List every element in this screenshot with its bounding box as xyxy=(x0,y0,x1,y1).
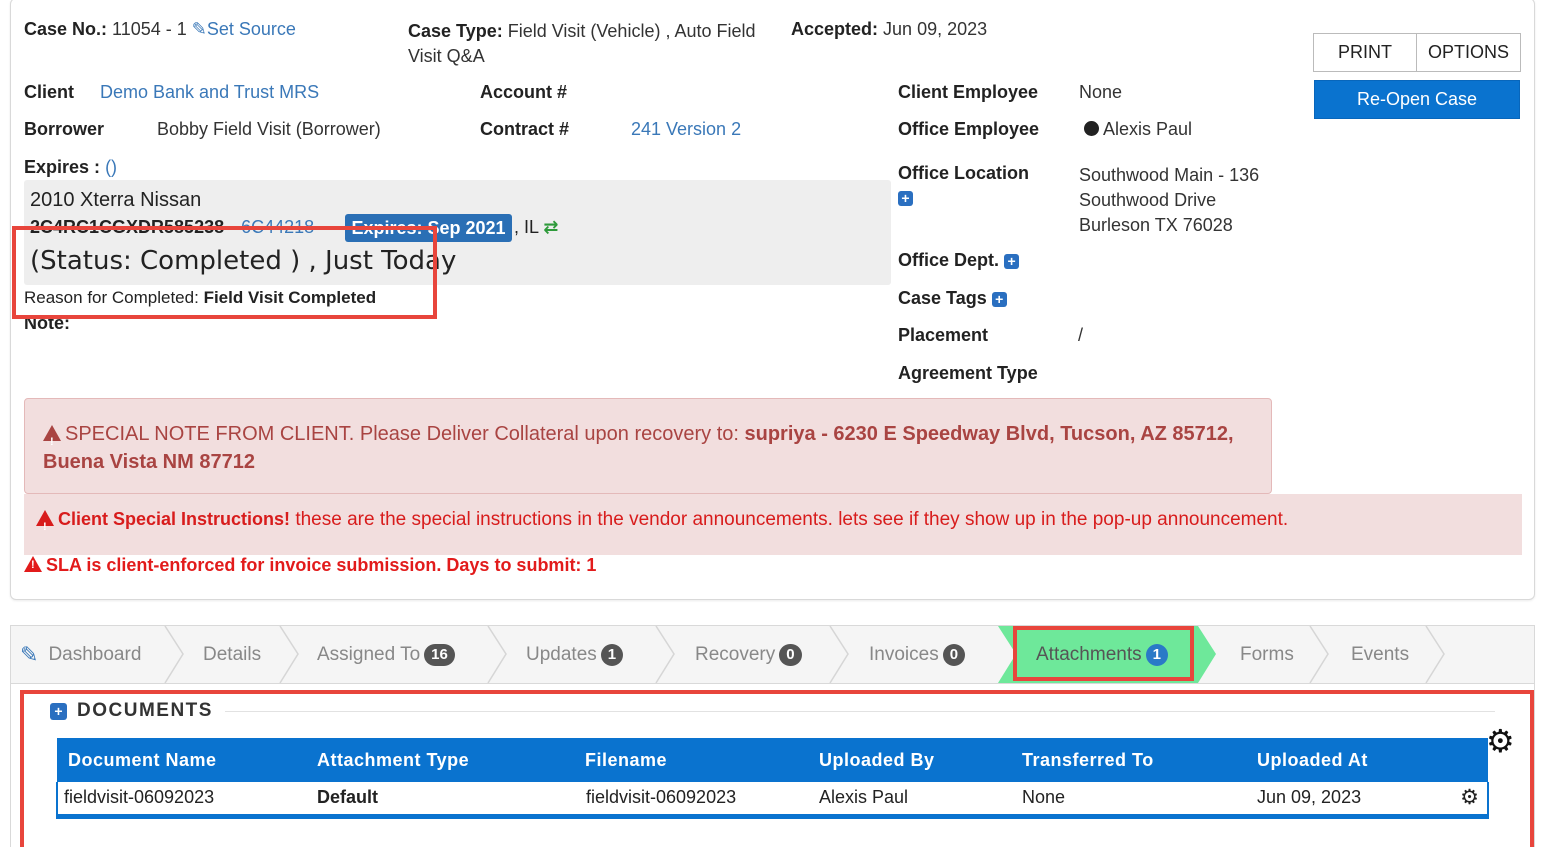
warning-icon xyxy=(24,556,42,572)
placement-label: Placement xyxy=(898,325,989,345)
office-location-label: Office Location xyxy=(898,163,1030,183)
status-highlight-box xyxy=(12,226,437,319)
sla-alert: SLA is client-enforced for invoice submi… xyxy=(24,555,596,576)
transfer-arrows-icon[interactable]: ⇄ xyxy=(543,217,558,237)
office-employee-value: Alexis Paul xyxy=(1084,119,1192,140)
set-source-link[interactable]: ✎Set Source xyxy=(192,19,296,39)
updates-count-badge: 1 xyxy=(600,644,624,666)
pencil-icon: ✎ xyxy=(20,642,39,667)
accepted-date: Accepted: Jun 09, 2023 xyxy=(791,19,988,39)
borrower-label: Borrower xyxy=(24,119,105,139)
tab-forms[interactable]: Forms xyxy=(1240,626,1294,684)
vehicle-state: , IL ⇄ xyxy=(514,217,559,237)
case-number-label: Case No.: xyxy=(24,19,108,39)
borrower-value: Bobby Field Visit (Borrower) xyxy=(157,119,381,139)
recovery-count-badge: 0 xyxy=(779,644,802,666)
client-link[interactable]: Demo Bank and Trust MRS xyxy=(100,82,319,103)
pencil-icon: ✎ xyxy=(191,19,207,39)
add-case-tag-icon[interactable]: + xyxy=(991,291,1007,307)
tab-dashboard[interactable]: ✎ Dashboard xyxy=(20,626,141,684)
case-type: Case Type: Field Visit (Vehicle) , Auto … xyxy=(408,21,756,66)
case-number: Case No.: 11054 - 1 ✎Set Source xyxy=(24,19,296,40)
tab-invoices[interactable]: Invoices 0 xyxy=(869,626,966,684)
contract-link[interactable]: 241 Version 2 xyxy=(631,119,741,140)
special-note-alert: SPECIAL NOTE FROM CLIENT. Please Deliver… xyxy=(24,398,1272,494)
contract-label: Contract # xyxy=(480,119,570,139)
office-location-value: Southwood Main - 136 Southwood Drive Bur… xyxy=(1079,165,1260,235)
case-tags: Case Tags + xyxy=(898,288,1007,309)
tab-recovery[interactable]: Recovery 0 xyxy=(695,626,802,684)
tab-assigned-to[interactable]: Assigned To 16 xyxy=(317,626,455,684)
client-employee-label: Client Employee xyxy=(898,82,1039,102)
add-office-location-icon[interactable]: + xyxy=(898,191,913,206)
client-label: Client xyxy=(24,82,75,102)
placement-value: / xyxy=(1078,325,1084,345)
case-number-value: 11054 - 1 xyxy=(112,19,187,39)
office-dept: Office Dept. + xyxy=(898,250,1020,271)
tab-details[interactable]: Details xyxy=(203,626,261,684)
client-employee-value: None xyxy=(1079,82,1123,102)
tab-events[interactable]: Events xyxy=(1351,626,1409,684)
agreement-type-label: Agreement Type xyxy=(898,363,1038,383)
add-office-dept-icon[interactable]: + xyxy=(1004,253,1020,269)
warning-icon xyxy=(43,425,61,456)
expires: Expires : () xyxy=(24,157,118,177)
expires-link[interactable]: () xyxy=(105,157,117,177)
vehicle-title: 2010 Xterra Nissan xyxy=(30,189,202,211)
client-instructions-alert: Client Special Instructions! these are t… xyxy=(24,494,1522,555)
office-employee-label: Office Employee xyxy=(898,119,1040,139)
account-label: Account # xyxy=(480,82,568,102)
tab-updates[interactable]: Updates 1 xyxy=(526,626,624,684)
assigned-count-badge: 16 xyxy=(424,644,455,666)
status-dot-icon xyxy=(1084,121,1099,136)
documents-highlight-box xyxy=(20,690,1534,847)
warning-icon xyxy=(36,510,54,541)
options-button[interactable]: OPTIONS xyxy=(1416,33,1521,72)
invoices-count-badge: 0 xyxy=(942,644,966,666)
attachments-highlight-box xyxy=(1013,626,1194,681)
print-button[interactable]: PRINT xyxy=(1313,33,1417,72)
reopen-case-button[interactable]: Re-Open Case xyxy=(1314,80,1520,119)
